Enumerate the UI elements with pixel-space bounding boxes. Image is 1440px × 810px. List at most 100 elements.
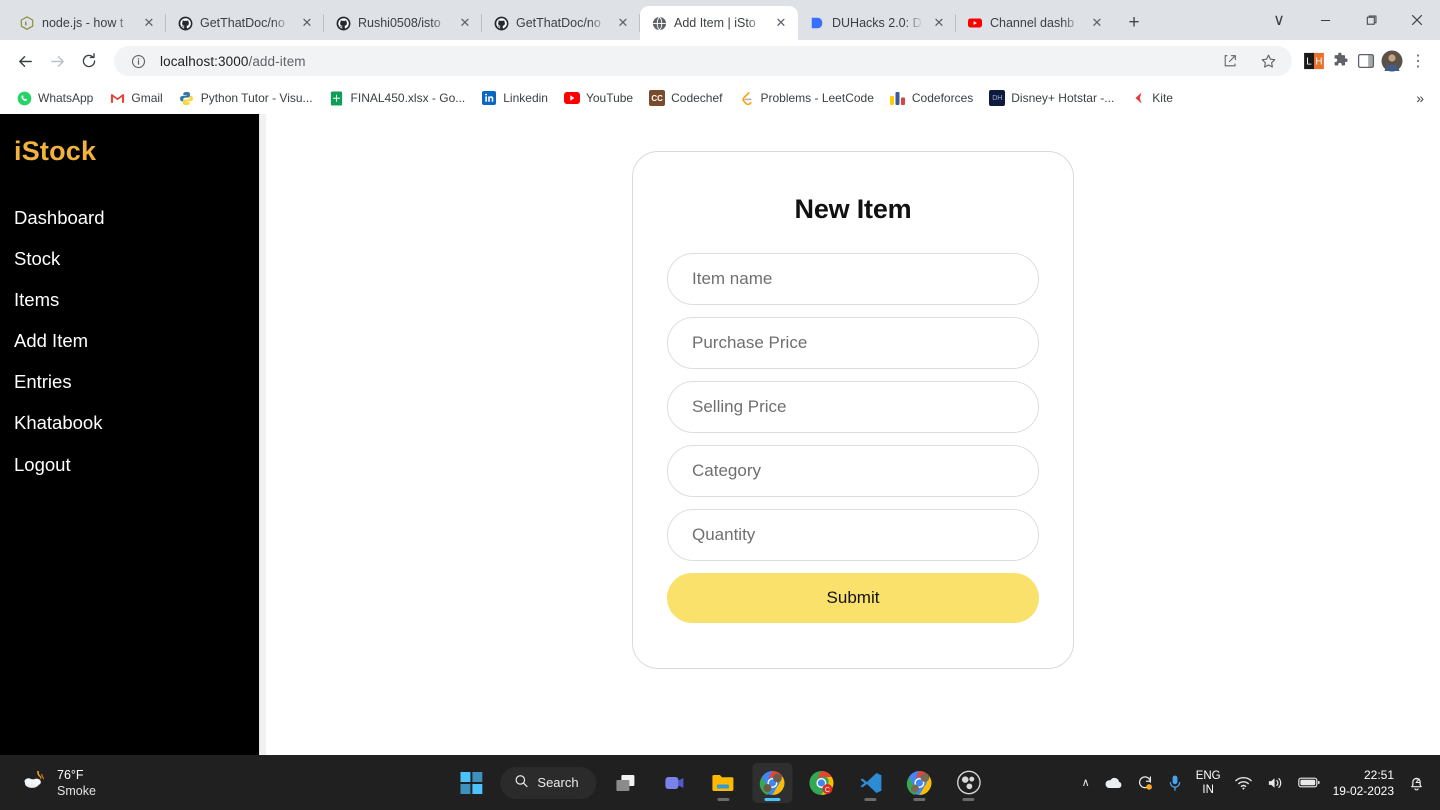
bookmarks-overflow-button[interactable]: »: [1408, 87, 1432, 109]
info-icon[interactable]: [126, 49, 150, 73]
google-sheets-icon: [329, 90, 345, 106]
browser-tab[interactable]: DUHacks 2.0: D ✕: [798, 6, 956, 40]
bookmark-label: Linkedin: [503, 91, 548, 105]
sidebar-scrollbar[interactable]: [259, 114, 266, 755]
bookmark-label: Kite: [1152, 91, 1173, 105]
vs-code-icon[interactable]: [851, 763, 891, 803]
bookmark-label: FINAL450.xlsx - Go...: [350, 91, 466, 105]
microsoft-teams-icon[interactable]: [655, 763, 695, 803]
bookmark-item[interactable]: Gmail: [101, 87, 170, 109]
language-top: ENG: [1195, 769, 1221, 782]
share-icon[interactable]: [1218, 49, 1242, 73]
bookmark-item[interactable]: WhatsApp: [8, 87, 101, 109]
submit-button[interactable]: Submit: [667, 573, 1039, 623]
browser-tab[interactable]: Rushi0508/isto ✕: [323, 6, 482, 40]
wifi-icon[interactable]: [1234, 775, 1253, 791]
browser-tab[interactable]: Channel dashb ✕: [955, 6, 1114, 40]
sidebar-item-khatabook[interactable]: Khatabook: [0, 403, 259, 444]
language-indicator[interactable]: ENG IN: [1196, 769, 1221, 797]
start-button[interactable]: [451, 763, 491, 803]
bookmark-item[interactable]: Python Tutor - Visu...: [171, 87, 321, 109]
avatar[interactable]: [1380, 49, 1404, 73]
gmail-icon: [109, 90, 125, 106]
battery-icon[interactable]: [1297, 776, 1320, 789]
url-host: localhost:3000: [160, 53, 249, 69]
google-chrome-icon[interactable]: [752, 762, 793, 803]
sidebar-item-items[interactable]: Items: [0, 279, 259, 320]
browser-menu-icon[interactable]: ⋮: [1406, 49, 1430, 73]
back-button[interactable]: [10, 46, 40, 76]
close-icon[interactable]: ✕: [614, 14, 632, 32]
address-bar[interactable]: localhost:3000/add-item: [114, 46, 1292, 76]
windows-taskbar: 76°F Smoke Search C ∧ ENG IN 22:51 19-02…: [0, 755, 1440, 810]
new-item-card: New Item Item name Purchase Price Sellin…: [632, 151, 1074, 669]
task-view-icon[interactable]: [606, 763, 646, 803]
notification-bell-icon[interactable]: [1407, 773, 1426, 792]
selling-price-field[interactable]: Selling Price: [667, 381, 1039, 433]
maximize-icon[interactable]: [1348, 0, 1394, 40]
google-chrome-beta-icon[interactable]: [900, 763, 940, 803]
volume-icon[interactable]: [1266, 775, 1285, 791]
app-logo[interactable]: iStock: [0, 136, 259, 167]
bookmark-item[interactable]: YouTube: [556, 87, 641, 109]
bookmark-item[interactable]: FINAL450.xlsx - Go...: [321, 87, 474, 109]
obs-studio-icon[interactable]: [949, 763, 989, 803]
selling-price-placeholder: Selling Price: [692, 397, 787, 416]
taskbar-apps: Search C: [451, 762, 989, 803]
close-icon[interactable]: ✕: [772, 14, 790, 32]
sidebar-item-stock[interactable]: Stock: [0, 238, 259, 279]
bookmark-label: Problems - LeetCode: [760, 91, 874, 105]
item-name-placeholder: Item name: [692, 269, 773, 288]
bookmark-item[interactable]: CC Codechef: [641, 87, 730, 109]
close-icon[interactable]: ✕: [140, 14, 158, 32]
new-tab-button[interactable]: +: [1120, 9, 1148, 37]
browser-tab[interactable]: GetThatDoc/no ✕: [481, 6, 640, 40]
close-icon[interactable]: ✕: [298, 14, 316, 32]
tab-title: Rushi0508/isto: [358, 16, 441, 30]
main-content: New Item Item name Purchase Price Sellin…: [266, 114, 1440, 755]
purchase-price-field[interactable]: Purchase Price: [667, 317, 1039, 369]
bookmark-item[interactable]: Codeforces: [882, 87, 981, 109]
tab-search-chevron-down-icon[interactable]: ∨: [1256, 0, 1302, 40]
windows-update-icon[interactable]: [1136, 774, 1154, 792]
chevron-up-icon[interactable]: ∧: [1082, 776, 1090, 789]
puzzle-extension-icon[interactable]: [1328, 49, 1352, 73]
github-icon: [335, 15, 351, 31]
clock[interactable]: 22:51 19-02-2023: [1333, 767, 1394, 799]
running-indicator: [913, 797, 926, 801]
category-field[interactable]: Category: [667, 445, 1039, 497]
weather-widget[interactable]: 76°F Smoke: [0, 767, 96, 799]
microphone-icon[interactable]: [1167, 774, 1183, 792]
file-explorer-icon[interactable]: [704, 763, 744, 803]
quantity-field[interactable]: Quantity: [667, 509, 1039, 561]
close-window-icon[interactable]: [1394, 0, 1440, 40]
google-chrome-canary-icon[interactable]: C: [802, 763, 842, 803]
bookmark-item[interactable]: Problems - LeetCode: [730, 87, 881, 109]
close-icon[interactable]: ✕: [456, 14, 474, 32]
close-icon[interactable]: ✕: [1088, 14, 1106, 32]
close-icon[interactable]: ✕: [930, 14, 948, 32]
reload-button[interactable]: [74, 46, 104, 76]
sidebar-item-entries[interactable]: Entries: [0, 362, 259, 403]
onedrive-icon[interactable]: [1103, 776, 1123, 790]
github-icon: [493, 15, 509, 31]
minimize-icon[interactable]: [1302, 0, 1348, 40]
svg-text:H: H: [1315, 57, 1322, 68]
sidebar-item-add-item[interactable]: Add Item: [0, 321, 259, 362]
bookmark-item[interactable]: Kite: [1122, 87, 1181, 109]
sidebar-item-dashboard[interactable]: Dashboard: [0, 197, 259, 238]
tab-title: DUHacks 2.0: D: [832, 16, 922, 30]
lighthouse-extension-icon[interactable]: LH: [1302, 49, 1326, 73]
search-button[interactable]: Search: [500, 766, 597, 799]
sidepanel-icon[interactable]: [1354, 49, 1378, 73]
bookmark-item[interactable]: Linkedin: [473, 87, 556, 109]
forward-button[interactable]: [42, 46, 72, 76]
omnibox-actions: [1218, 49, 1280, 73]
star-icon[interactable]: [1256, 49, 1280, 73]
item-name-field[interactable]: Item name: [667, 253, 1039, 305]
browser-tab[interactable]: GetThatDoc/no ✕: [165, 6, 324, 40]
browser-tab-active[interactable]: Add Item | iSto ✕: [639, 6, 798, 40]
sidebar-item-logout[interactable]: Logout: [0, 444, 259, 485]
bookmark-item[interactable]: DH Disney+ Hotstar -...: [981, 87, 1122, 109]
browser-tab[interactable]: node.js - how t ✕: [8, 6, 166, 40]
